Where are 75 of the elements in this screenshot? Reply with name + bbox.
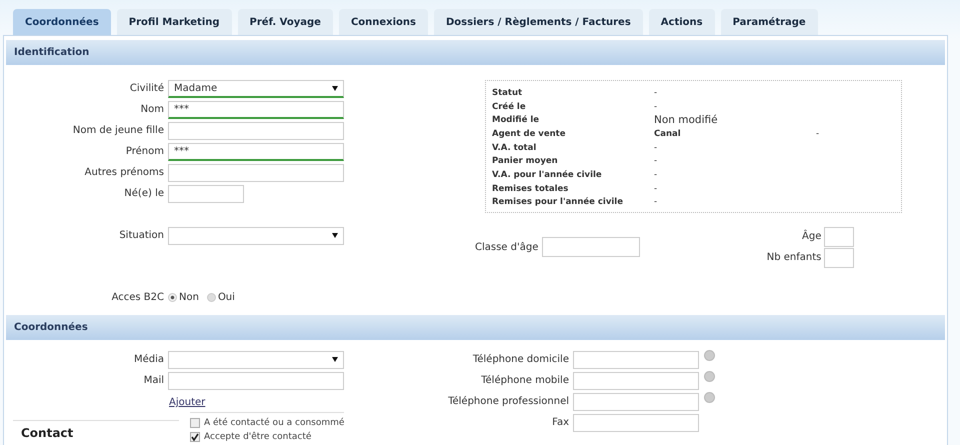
info-value: - xyxy=(816,128,820,139)
info-label: Remises totales xyxy=(492,184,570,194)
date-field[interactable] xyxy=(168,184,244,202)
field-label: Âge xyxy=(802,231,822,242)
info-value: - xyxy=(654,184,658,194)
tab[interactable]: Connexions xyxy=(338,9,428,35)
select-field[interactable] xyxy=(168,226,344,244)
radio-option[interactable]: Oui xyxy=(206,292,243,302)
info-label: V.A. pour l'année civile xyxy=(492,170,603,180)
dropdown-arrow-icon xyxy=(332,357,338,362)
input-field[interactable]: *** xyxy=(168,100,344,118)
info-label: Panier moyen xyxy=(492,156,559,166)
field-label: Mail xyxy=(142,375,165,386)
field-label: Classe d'âge xyxy=(475,242,540,252)
status-icon xyxy=(704,392,715,403)
dropdown-arrow-icon xyxy=(332,86,338,90)
checkbox-label: Accepte d'être contacté xyxy=(204,432,312,442)
field-label: Prénom xyxy=(124,146,165,157)
info-value: - xyxy=(654,197,658,208)
checkbox[interactable] xyxy=(190,418,200,428)
tab[interactable]: Actions xyxy=(648,9,715,35)
add-link[interactable]: Ajouter xyxy=(169,397,206,408)
info-value: - xyxy=(654,102,658,112)
tab[interactable]: Profil Marketing xyxy=(116,9,232,35)
tab[interactable]: Dossiers / Règlements / Factures xyxy=(434,9,643,35)
select-value: Madame xyxy=(174,82,218,94)
input-field[interactable]: *** xyxy=(168,142,344,160)
field-label: Autres prénoms xyxy=(84,167,165,178)
input-field[interactable] xyxy=(168,164,344,182)
field-label: Nom de jeune fille xyxy=(72,125,165,136)
input-field[interactable] xyxy=(573,350,699,368)
tab[interactable]: Paramétrage xyxy=(720,9,818,35)
info-value: Non modifié xyxy=(654,114,719,126)
dropdown-arrow-icon xyxy=(332,233,338,238)
input-field[interactable] xyxy=(824,248,854,268)
tab[interactable]: Préf. Voyage xyxy=(238,9,333,35)
input-field[interactable] xyxy=(168,372,344,390)
info-value: - xyxy=(654,142,658,153)
info-value: Canal xyxy=(654,128,682,139)
info-label: Agent de vente xyxy=(492,128,566,139)
input-field[interactable] xyxy=(573,372,699,390)
info-label: V.A. total xyxy=(492,142,538,153)
tab[interactable]: Coordonnées xyxy=(13,9,111,35)
info-label: Remises pour l'année civile xyxy=(492,197,624,208)
field-label: Téléphone professionnel xyxy=(447,396,570,407)
input-field[interactable] xyxy=(573,392,699,410)
status-icon xyxy=(704,371,715,382)
info-label: Statut xyxy=(492,88,524,98)
select-field[interactable] xyxy=(168,350,344,368)
section-header: Identification xyxy=(6,40,945,65)
field-label: Situation xyxy=(118,230,165,241)
select-field[interactable]: Madame xyxy=(168,80,344,98)
info-value: - xyxy=(654,170,658,180)
field-label: Média xyxy=(132,354,165,365)
field-label: Téléphone mobile xyxy=(480,375,570,386)
field-label: Acces B2C xyxy=(110,292,165,302)
input-field[interactable] xyxy=(573,414,699,432)
checkbox[interactable] xyxy=(190,432,200,442)
status-icon xyxy=(704,350,715,361)
info-value: - xyxy=(654,156,658,166)
input-field[interactable] xyxy=(824,226,854,246)
field-label: Fax xyxy=(551,417,570,428)
info-label: Créé le xyxy=(492,102,527,112)
field-label: Téléphone domicile xyxy=(472,354,570,365)
radio-option[interactable]: Non xyxy=(168,292,207,302)
field-label: Nb enfants xyxy=(766,252,822,263)
field-label: Nom xyxy=(140,104,165,115)
checkbox-label: A été contacté ou a consommé xyxy=(204,418,344,428)
input-field[interactable] xyxy=(168,122,344,140)
info-value: - xyxy=(654,88,658,98)
field-label: Né(e) le xyxy=(123,188,165,199)
field-label: Civilité xyxy=(128,83,165,94)
input-field[interactable] xyxy=(542,237,640,257)
info-label: Modifié le xyxy=(492,115,540,126)
section-header: Coordonnées xyxy=(6,315,945,340)
